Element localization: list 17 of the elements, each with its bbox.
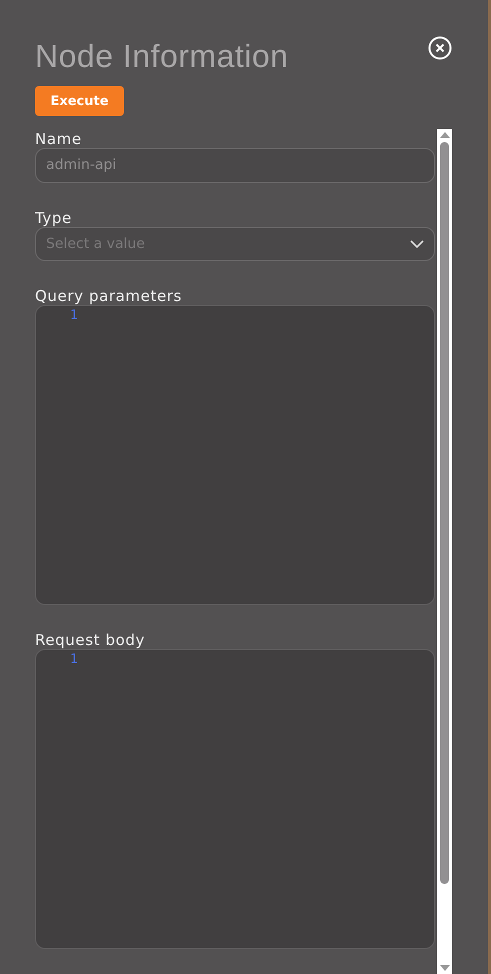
scrollbar[interactable] — [437, 129, 452, 974]
line-number: 1 — [70, 652, 79, 667]
input-field[interactable]: admin-api — [35, 148, 435, 182]
close-icon[interactable] — [428, 36, 452, 60]
chevron-down-icon — [410, 240, 424, 248]
code-editor[interactable]: 1 — [35, 649, 435, 949]
field-label: Type — [35, 208, 73, 226]
panel-title: Node Information — [35, 38, 288, 75]
field-label: Name — [35, 130, 83, 148]
field-label: Query parameters — [35, 287, 183, 305]
scroll-down-icon[interactable] — [440, 965, 450, 971]
scroll-up-icon[interactable] — [440, 132, 450, 138]
line-number: 1 — [70, 308, 79, 323]
scrollbar-thumb[interactable] — [440, 142, 449, 884]
field-label: Request body — [35, 631, 146, 649]
execute-button[interactable]: Execute — [35, 86, 124, 116]
code-editor[interactable]: 1 — [35, 305, 435, 605]
